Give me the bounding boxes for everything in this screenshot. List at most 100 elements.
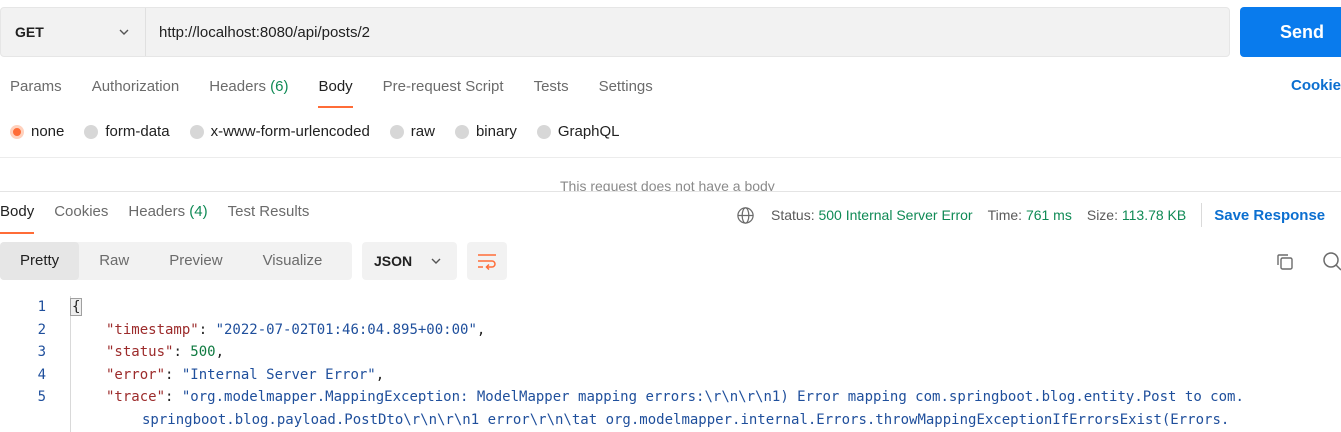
tab-label: Headers — [209, 78, 266, 95]
tab-params[interactable]: Params — [10, 76, 62, 108]
json-key: "trace" — [106, 389, 166, 405]
line-number: 1 — [37, 299, 46, 315]
no-body-message: This request does not have a body — [560, 178, 775, 191]
request-tabs: Params Authorization Headers (6) Body Pr… — [10, 76, 683, 108]
send-label: Send — [1280, 21, 1325, 42]
tab-count: (6) — [270, 78, 289, 95]
time-badge[interactable]: Time: 761 ms — [988, 207, 1072, 223]
time-value: 761 ms — [1025, 207, 1072, 223]
send-button[interactable]: Send — [1240, 7, 1341, 57]
radio-form-data[interactable]: form-data — [84, 123, 170, 140]
tab-label: Cookies — [54, 203, 109, 220]
divider — [1201, 203, 1203, 227]
tab-label: Pre-request Script — [382, 78, 504, 95]
method-label: GET — [15, 24, 44, 40]
tab-label: Params — [10, 78, 62, 95]
format-label: JSON — [374, 253, 413, 269]
tab-pre-request-script[interactable]: Pre-request Script — [383, 76, 504, 108]
radio-icon — [536, 124, 551, 139]
tab-label: Body — [0, 203, 35, 220]
chevron-down-icon — [431, 258, 441, 264]
request-bar: GET http://localhost:8080/api/posts/2 — [0, 7, 1230, 57]
globe-icon[interactable] — [736, 206, 755, 225]
line-number: 2 — [37, 321, 46, 338]
response-body-editor[interactable]: 1 2 3 4 5 { "timestamp": "2022-07-02T01:… — [0, 296, 1341, 432]
copy-icon[interactable] — [1275, 252, 1295, 272]
response-tab-cookies[interactable]: Cookies — [54, 202, 108, 234]
radio-checked-icon — [10, 124, 24, 139]
tab-authorization[interactable]: Authorization — [92, 76, 180, 108]
pane-splitter[interactable] — [0, 191, 1341, 192]
format-select[interactable]: JSON — [362, 242, 457, 280]
view-tab-pretty[interactable]: Pretty — [0, 242, 80, 280]
view-tab-raw[interactable]: Raw — [79, 242, 149, 280]
tab-tests[interactable]: Tests — [534, 76, 569, 108]
line-number: 5 — [37, 389, 46, 405]
radio-icon — [389, 124, 404, 139]
url-input[interactable]: http://localhost:8080/api/posts/2 — [146, 8, 1229, 56]
json-string: "Internal Server Error" — [181, 366, 376, 383]
view-tab-visualize[interactable]: Visualize — [243, 242, 343, 280]
view-mode-tabs: Pretty Raw Preview Visualize — [0, 242, 352, 280]
code-line: "error": "Internal Server Error", — [106, 366, 385, 383]
response-meta: Status: 500 Internal Server Error Time: … — [736, 203, 1325, 227]
radio-icon — [189, 124, 204, 139]
radio-label: binary — [475, 123, 517, 140]
tab-headers[interactable]: Headers (6) — [209, 76, 288, 108]
radio-binary[interactable]: binary — [454, 123, 517, 140]
json-string: springboot.blog.payload.PostDto\r\n\r\n1… — [142, 411, 1230, 428]
view-tab-preview[interactable]: Preview — [149, 242, 242, 280]
line-number: 3 — [37, 344, 46, 360]
json-string: "2022-07-02T01:46:04.895+00:00" — [215, 321, 477, 338]
radio-label: GraphQL — [557, 123, 620, 140]
radio-graphql[interactable]: GraphQL — [536, 123, 620, 140]
chevron-down-icon — [119, 29, 129, 35]
json-key: "status" — [106, 344, 174, 360]
response-tabs: Body Cookies Headers (4) Test Results — [0, 202, 329, 234]
json-key: "error" — [106, 366, 166, 383]
status-value: 500 Internal Server Error — [818, 207, 973, 223]
radio-label: raw — [410, 123, 435, 140]
size-badge[interactable]: Size: 113.78 KB — [1087, 207, 1186, 223]
radio-none[interactable]: none — [10, 123, 64, 140]
json-number: 500 — [190, 344, 216, 360]
tab-label: Headers — [128, 203, 186, 220]
divider — [0, 157, 1341, 158]
cookies-link[interactable]: Cookie — [1291, 77, 1341, 94]
size-label: Size: — [1086, 207, 1118, 223]
wrap-lines-icon — [478, 254, 496, 270]
radio-label: form-data — [105, 123, 170, 140]
method-select[interactable]: GET — [1, 8, 146, 56]
wrap-lines-button[interactable] — [467, 242, 507, 280]
tab-body[interactable]: Body — [318, 76, 353, 108]
tab-label: Tests — [533, 78, 569, 95]
tab-label: Authorization — [91, 78, 180, 95]
code-line: { — [70, 296, 1341, 319]
tab-label: Test Results — [227, 203, 310, 220]
radio-raw[interactable]: raw — [389, 123, 435, 140]
json-string: "org.modelmapper.MappingException: Model… — [181, 389, 1244, 405]
search-icon[interactable] — [1322, 251, 1341, 271]
tab-settings[interactable]: Settings — [599, 76, 653, 108]
response-tab-body[interactable]: Body — [0, 202, 35, 234]
code-line: "status": 500, — [106, 344, 225, 360]
radio-x-www-form-urlencoded[interactable]: x-www-form-urlencoded — [189, 123, 370, 140]
size-value: 113.78 KB — [1121, 207, 1187, 223]
response-tab-test-results[interactable]: Test Results — [228, 202, 310, 234]
line-number: 4 — [37, 366, 46, 383]
save-response-button[interactable]: Save Response — [1214, 207, 1325, 224]
radio-label: x-www-form-urlencoded — [210, 123, 370, 140]
line-numbers: 1 2 3 4 5 — [0, 296, 46, 409]
time-label: Time: — [987, 207, 1023, 223]
status-label: Status: — [771, 207, 815, 223]
radio-label: none — [31, 123, 65, 140]
code-line: "trace": "org.modelmapper.MappingExcepti… — [106, 389, 1244, 405]
status-badge[interactable]: Status: 500 Internal Server Error — [771, 207, 973, 223]
radio-icon — [454, 124, 469, 139]
tab-count: (4) — [189, 203, 208, 220]
code-content: { "timestamp": "2022-07-02T01:46:04.895+… — [70, 296, 1341, 431]
tab-label: Settings — [598, 78, 653, 95]
response-tab-headers[interactable]: Headers (4) — [128, 202, 207, 234]
code-line-wrapped: springboot.blog.payload.PostDto\r\n\r\n1… — [70, 409, 1341, 432]
tab-label: Body — [318, 78, 353, 95]
